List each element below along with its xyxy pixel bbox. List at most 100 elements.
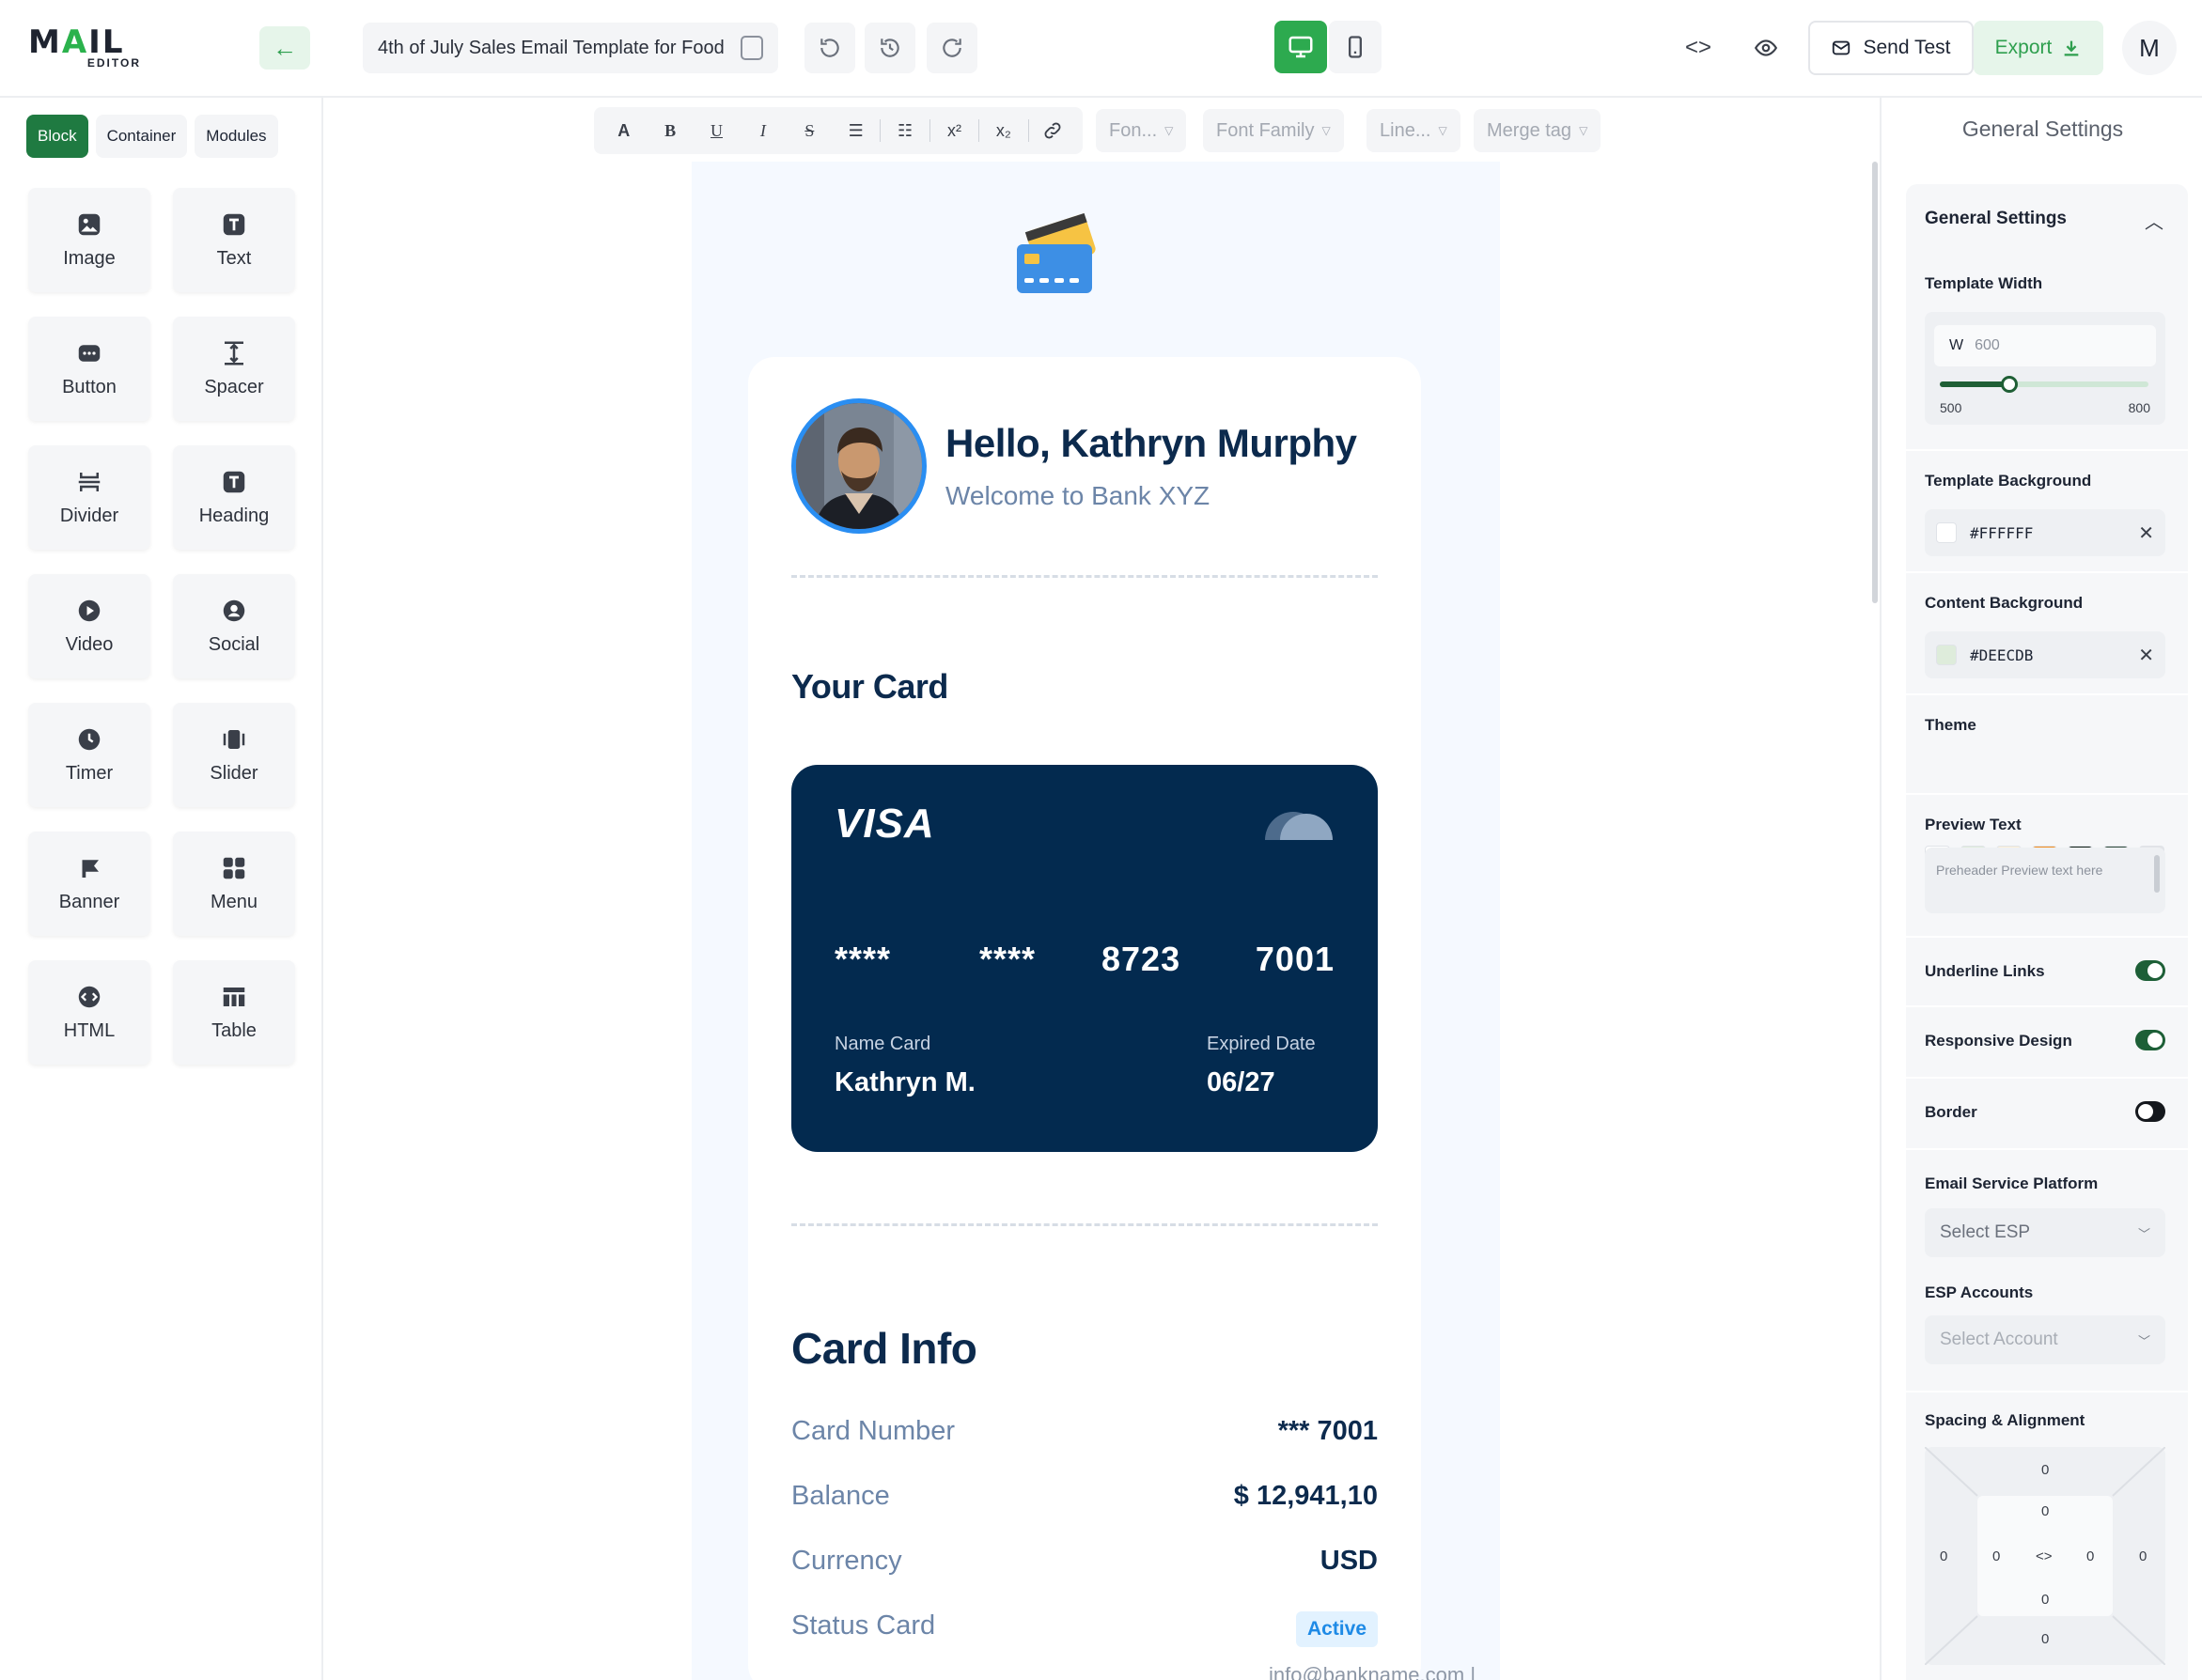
block-timer[interactable]: Timer [28,703,150,807]
document-icon [741,36,763,60]
clear-icon[interactable]: ✕ [2138,521,2154,545]
template-title-input[interactable]: 4th of July Sales Email Template for Foo… [363,23,778,73]
email-template[interactable]: Hello, Kathryn Murphy Welcome to Bank XY… [692,162,1500,1680]
redo-button[interactable] [927,23,977,73]
margin-bottom-value[interactable]: 0 [2041,1631,2049,1647]
block-spacer[interactable]: Spacer [173,317,295,421]
border-toggle[interactable] [2135,1101,2165,1122]
margin-left-value[interactable]: 0 [1940,1548,1947,1564]
template-bg-input[interactable]: #FFFFFF ✕ [1925,509,2165,556]
block-label: Video [65,634,114,655]
template-title-text: 4th of July Sales Email Template for Foo… [378,37,725,58]
template-width-input[interactable]: W 600 [1934,325,2156,366]
padding-right-value[interactable]: 0 [2086,1548,2094,1564]
status-badge: Active [1295,1611,1378,1647]
block-slider[interactable]: Slider [173,703,295,807]
toolbar-separator [1027,119,1029,142]
export-button[interactable]: Export [1974,21,2103,75]
numbered-list-icon: ☷ [898,120,914,140]
text-style-button[interactable]: A [601,112,646,149]
tab-container[interactable]: Container [95,115,188,158]
underline-button[interactable]: U [695,112,739,149]
link-button[interactable] [1031,112,1075,149]
padding-bottom-value[interactable]: 0 [2041,1592,2049,1608]
block-text[interactable]: Text [173,188,295,292]
esp-accounts-select[interactable]: Select Account ﹀ [1925,1315,2165,1364]
italic-button[interactable]: I [741,112,785,149]
bullet-list-button[interactable]: ☰ [834,112,878,149]
email-content-card[interactable]: Hello, Kathryn Murphy Welcome to Bank XY… [748,357,1421,1680]
block-heading[interactable]: Heading [173,445,295,550]
clear-icon[interactable]: ✕ [2138,644,2154,667]
block-html[interactable]: HTML [28,960,150,1065]
content-bg-input[interactable]: #DEECDB ✕ [1925,631,2165,678]
block-menu[interactable]: Menu [173,832,295,936]
editor-canvas: Hello, Kathryn Murphy Welcome to Bank XY… [325,162,1874,1680]
link-values-icon[interactable]: <> [2036,1548,2053,1564]
section-title: General Settings [1925,209,2067,228]
send-test-button[interactable]: Send Test [1808,21,1974,75]
block-social[interactable]: Social [173,574,295,678]
subscript-button[interactable]: x₂ [981,112,1025,149]
tab-modules[interactable]: Modules [195,115,278,158]
underline-links-toggle[interactable] [2135,960,2165,981]
strikethrough-button[interactable]: S [788,112,832,149]
preview-scrollbar[interactable] [2154,855,2160,893]
block-table[interactable]: Table [173,960,295,1065]
preview-text-input[interactable]: Preheader Preview text here [1925,848,2165,913]
esp-select[interactable]: Select ESP ﹀ [1925,1208,2165,1257]
line-height-dropdown[interactable]: Line... ▽ [1366,109,1460,152]
left-panel-tabs: Block Container Modules [26,115,278,158]
logo-wordmark: MAIL [28,23,125,61]
merge-tag-dropdown[interactable]: Merge tag ▽ [1474,109,1601,152]
history-button[interactable] [865,23,915,73]
user-avatar[interactable]: M [2122,21,2177,75]
tab-block[interactable]: Block [26,115,88,158]
block-banner[interactable]: Banner [28,832,150,936]
slider-min: 500 [1940,400,1962,415]
collapse-button[interactable]: ︿ [2145,207,2163,234]
mobile-view-button[interactable] [1329,21,1382,73]
block-label: Divider [59,506,119,526]
bold-button[interactable]: B [648,112,692,149]
block-label: HTML [63,1020,116,1041]
block-label: Image [63,248,116,269]
back-button[interactable]: ← [259,26,310,70]
canvas-scrollbar[interactable] [1872,162,1878,603]
toolbar-separator [880,119,882,142]
slider-knob[interactable] [2000,376,2018,393]
app-logo: MAIL EDITOR [28,23,143,70]
color-swatch[interactable] [1936,645,1957,665]
font-family-value: Font Family [1216,119,1315,141]
font-family-dropdown[interactable]: Font Family ▽ [1203,109,1344,152]
block-image[interactable]: Image [28,188,150,292]
block-button[interactable]: Button [28,317,150,421]
undo-button[interactable] [804,23,855,73]
preview-button[interactable] [1741,23,1791,73]
template-width-label: Template Width [1925,274,2043,292]
block-divider[interactable]: Divider [28,445,150,550]
right-panel: General Settings General Settings ︿ Temp… [1880,98,2202,1680]
numbered-list-button[interactable]: ☷ [882,112,927,149]
desktop-view-button[interactable] [1274,21,1327,73]
template-width-slider[interactable] [1940,376,2148,393]
superscript-button[interactable]: x² [932,112,976,149]
social-icon [223,599,245,622]
line-height-value: Line... [1380,119,1431,141]
card-expiry-label: Expired Date [1207,1034,1316,1054]
color-swatch[interactable] [1936,522,1957,543]
table-icon [223,988,245,1006]
padding-top-value[interactable]: 0 [2041,1503,2049,1519]
margin-right-value[interactable]: 0 [2139,1548,2147,1564]
responsive-design-toggle[interactable] [2135,1030,2165,1050]
margin-top-value[interactable]: 0 [2041,1462,2049,1478]
card-expiry-value: 06/27 [1207,1067,1275,1097]
padding-left-value[interactable]: 0 [1992,1548,2000,1564]
dashed-divider [791,575,1378,578]
font-size-dropdown[interactable]: Fon... ▽ [1096,109,1187,152]
card-number-group: **** [835,940,892,978]
card-info-heading: Card Info [791,1324,977,1373]
code-view-button[interactable]: <> [1673,23,1724,73]
section-divider [1906,793,2188,795]
block-video[interactable]: Video [28,574,150,678]
